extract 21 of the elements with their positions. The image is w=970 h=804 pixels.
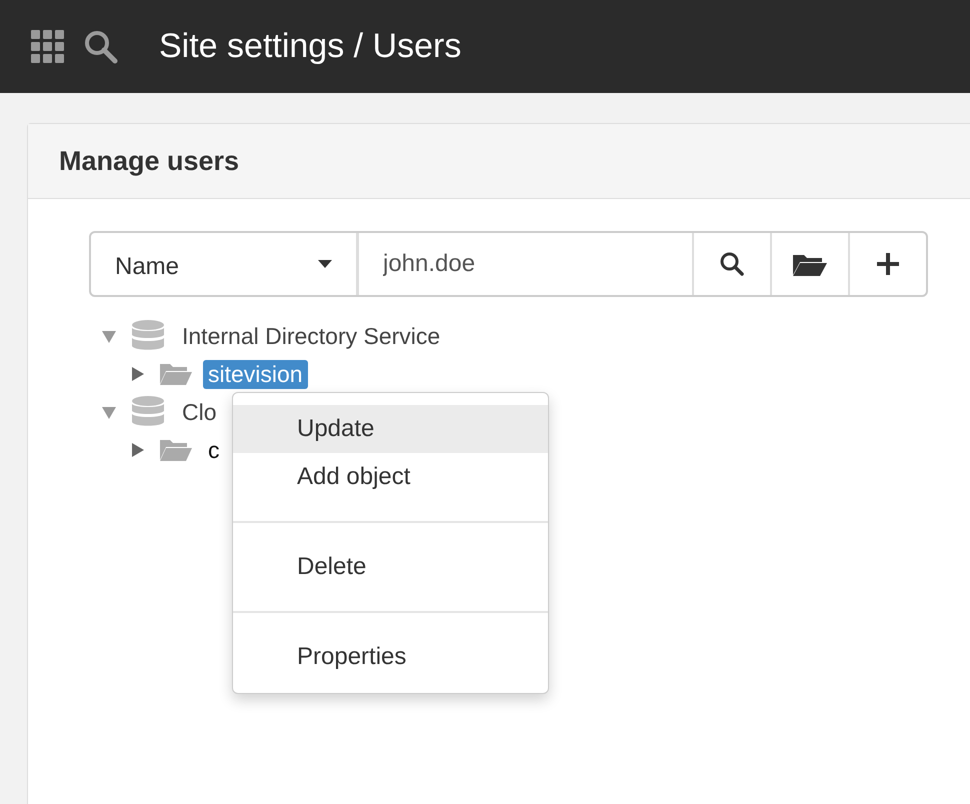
tree-node-label[interactable]: Internal Directory Service <box>177 322 446 350</box>
tree-node-label[interactable]: Clo <box>177 398 222 426</box>
caret-icon <box>318 260 332 268</box>
expand-toggle-icon[interactable] <box>101 404 117 420</box>
expand-toggle-icon[interactable] <box>101 328 117 344</box>
tree-node-label[interactable]: sitevision <box>203 360 308 388</box>
search-icon <box>719 251 745 277</box>
page-title: Site settings / Users <box>159 27 462 66</box>
search-icon[interactable] <box>83 28 119 64</box>
apps-grid-icon[interactable] <box>31 30 65 64</box>
folder-icon <box>159 361 193 387</box>
menu-item[interactable]: Add object <box>233 453 548 501</box>
expand-toggle-icon[interactable] <box>129 442 145 458</box>
expand-toggle-icon[interactable] <box>129 366 145 382</box>
tree-node-label[interactable]: c <box>203 436 224 464</box>
plus-icon <box>876 252 900 276</box>
folder-icon <box>159 437 193 463</box>
menu-item[interactable]: Delete <box>233 543 548 591</box>
menu-item[interactable]: Update <box>233 405 548 453</box>
panel-title: Manage users <box>59 146 240 176</box>
menu-item[interactable]: Properties <box>233 633 548 681</box>
